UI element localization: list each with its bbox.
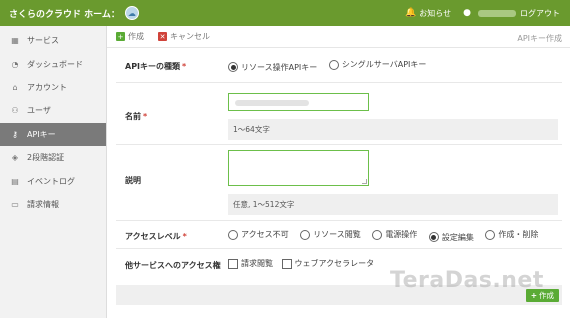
name-input[interactable] [228, 93, 369, 111]
billing-icon: ▭ [11, 199, 19, 209]
toolbar: + 作成 ✕ キャンセル [107, 26, 570, 48]
description-textarea[interactable] [228, 150, 369, 186]
sidebar-item-users[interactable]: ⚇ ユーザ [0, 99, 106, 122]
key-type-label: APIキーの種類 * [125, 62, 187, 71]
name-label: 名前 * [125, 112, 148, 121]
close-icon: ✕ [158, 32, 167, 41]
row-description: 説明 任意, 1〜512文字 [116, 145, 562, 221]
account-icon: ⌂ [12, 82, 18, 92]
sidebar: ▦ サービス ◔ ダッシュボード ⌂ アカウント ⚇ ユーザ ⚷ APIキー ◈… [0, 26, 107, 318]
description-hint: 任意, 1〜512文字 [228, 194, 558, 215]
name-value-redacted [235, 100, 309, 106]
sidebar-item-billing[interactable]: ▭ 請求情報 [0, 193, 106, 216]
access-level-label: アクセスレベル * [125, 232, 187, 241]
radio-create-delete[interactable]: 作成・削除 [485, 229, 538, 240]
plus-icon: + [116, 32, 125, 41]
sidebar-item-services[interactable]: ▦ サービス [0, 29, 106, 52]
log-icon: ▤ [11, 176, 19, 186]
news-link[interactable]: 🔔 お知らせ [405, 8, 451, 19]
row-key-type: APIキーの種類 * リソース操作APIキー シングルサーバAPIキー [116, 48, 562, 83]
user-name-redacted [478, 9, 516, 17]
other-services-label: 他サービスへのアクセス権 [125, 261, 221, 270]
access-level-options: アクセス不可 リソース閲覧 電源操作 設定編集 作成・削除 [228, 229, 547, 243]
create-button[interactable]: + 作成 [116, 31, 144, 42]
checkbox-web-accelerator[interactable]: ウェブアクセラレータ [281, 258, 374, 269]
shield-icon: ◈ [11, 153, 19, 163]
key-type-options: リソース操作APIキー シングルサーバAPIキー [228, 59, 435, 73]
page-title: APIキー作成 [517, 34, 562, 43]
radio-resource-api-key[interactable]: リソース操作APIキー [228, 62, 317, 73]
sidebar-item-two-factor[interactable]: ◈ 2段階認証 [0, 146, 106, 169]
grid-icon: ▦ [11, 36, 19, 46]
sidebar-item-event-log[interactable]: ▤ イベントログ [0, 169, 106, 192]
radio-no-access[interactable]: アクセス不可 [228, 229, 289, 240]
radio-power-operation[interactable]: 電源操作 [372, 229, 417, 240]
name-hint: 1〜64文字 [228, 119, 558, 140]
other-services-options: 請求閲覧 ウェブアクセラレータ [228, 258, 380, 271]
radio-settings-edit[interactable]: 設定編集 [428, 232, 474, 243]
users-icon: ⚇ [11, 106, 19, 116]
app-title: さくらのクラウド ホーム： [9, 9, 120, 20]
sidebar-item-dashboard[interactable]: ◔ ダッシュボード [0, 52, 106, 75]
top-header: さくらのクラウド ホーム： ☁ 🔔 お知らせ ● ログアウト [0, 0, 570, 26]
logout-link[interactable]: ログアウト [520, 8, 560, 19]
row-name: 名前 * 1〜64文字 [116, 83, 562, 145]
header-right: 🔔 お知らせ ● ログアウト [393, 0, 560, 26]
radio-single-server-api-key[interactable]: シングルサーバAPIキー [328, 59, 426, 70]
resize-grip-icon[interactable] [362, 179, 367, 184]
checkbox-billing-view[interactable]: 請求閲覧 [228, 258, 273, 269]
key-icon: ⚷ [12, 129, 18, 139]
description-label: 説明 [125, 176, 141, 185]
row-access-level: アクセスレベル * アクセス不可 リソース閲覧 電源操作 設定編集 作成・削除 [116, 221, 562, 249]
sidebar-item-api-key[interactable]: ⚷ APIキー [0, 122, 106, 146]
dashboard-icon: ◔ [11, 59, 19, 69]
radio-resource-view[interactable]: リソース閲覧 [300, 229, 361, 240]
user-logout[interactable]: ● ログアウト [463, 8, 560, 19]
bell-icon: 🔔 [405, 8, 417, 18]
cancel-button[interactable]: ✕ キャンセル [158, 31, 210, 42]
cloud-logo-icon[interactable]: ☁ [124, 6, 139, 20]
user-icon: ● [463, 8, 471, 18]
sidebar-item-account[interactable]: ⌂ アカウント [0, 76, 106, 99]
watermark: TeraDas.net [390, 268, 544, 293]
